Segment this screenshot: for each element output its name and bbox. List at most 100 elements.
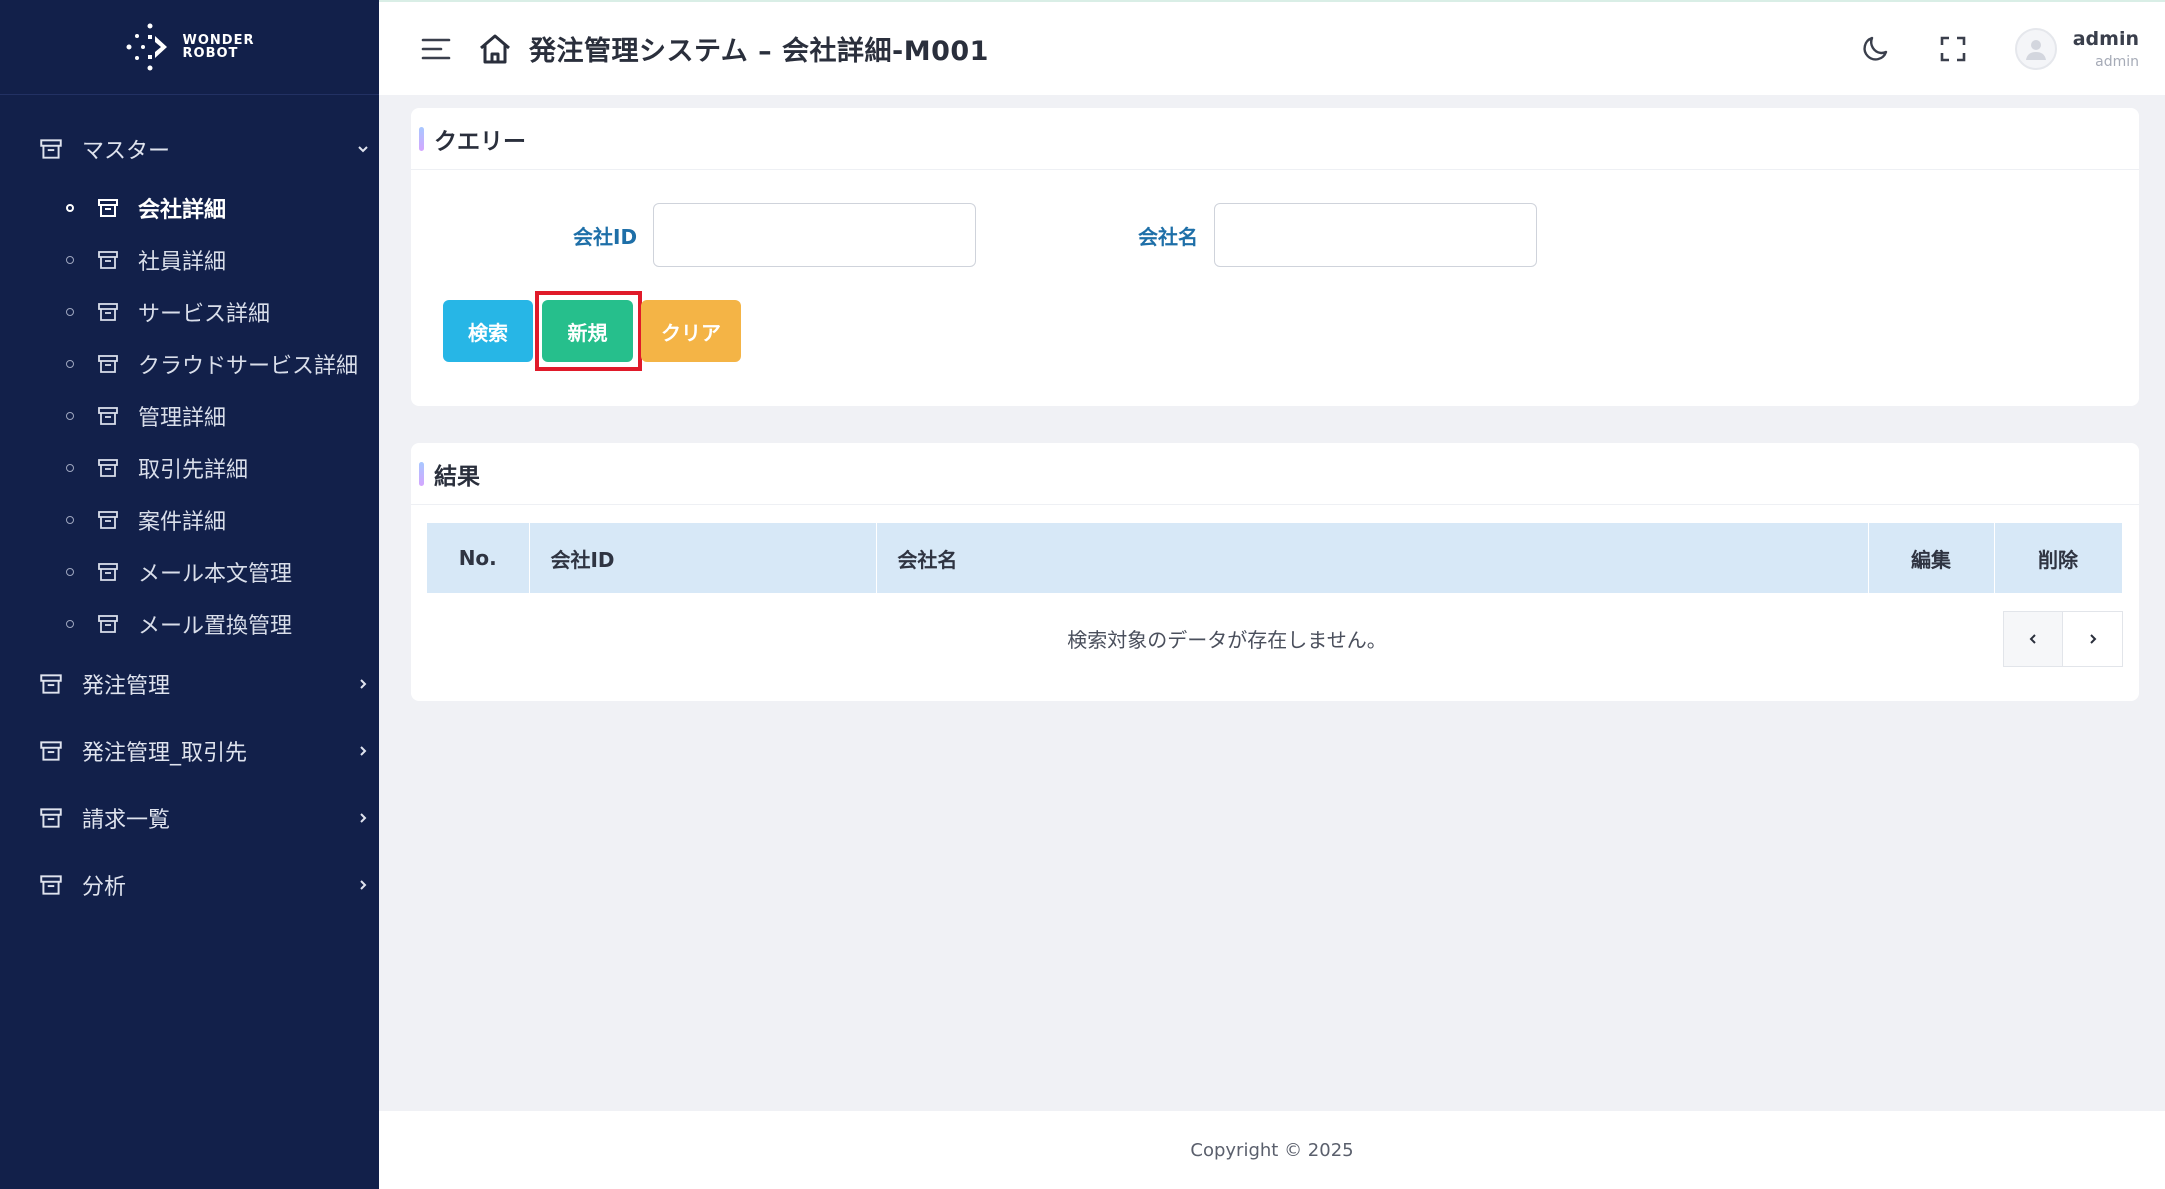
archive-icon [98,199,118,217]
column-header-delete[interactable]: 削除 [1994,523,2123,593]
bullet-icon [66,620,74,628]
bullet-icon [66,256,74,264]
footer: Copyright © 2025 [379,1111,2165,1189]
logo-mark-icon [126,23,167,71]
archive-icon [98,459,118,477]
sidebar-item-partner-detail[interactable]: 取引先詳細 [0,442,379,494]
chevron-down-icon [358,145,368,152]
archive-icon [40,807,62,828]
company-name-input[interactable] [1214,203,1537,267]
pagination [2003,611,2123,667]
sidebar-item-project-detail[interactable]: 案件詳細 [0,494,379,546]
title-accent-bar [419,126,424,151]
archive-icon [98,615,118,633]
sidebar-item-company-detail[interactable]: 会社詳細 [0,182,379,234]
sidebar-item-label: メール本文管理 [138,562,293,587]
copyright-text: Copyright © 2025 [1190,1139,1354,1161]
sidebar-menu: マスター 会社詳細 社員詳細 サービス詳細 クラウドサービス詳細 管理詳細 取引… [0,95,379,918]
chevron-right-icon [360,678,367,689]
user-info[interactable]: admin admin [2073,28,2139,70]
bullet-icon [66,360,74,368]
sidebar-item-label: クラウドサービス詳細 [138,354,359,379]
sidebar-item-mail-replace[interactable]: メール置換管理 [0,598,379,650]
chevron-right-icon [360,812,367,823]
sidebar-group-label: 発注管理 [82,673,171,699]
sidebar-group-order-partner[interactable]: 発注管理_取引先 [0,717,379,784]
column-header-company-name[interactable]: 会社名 [876,523,1870,593]
logo-line2: ROBOT [182,46,239,61]
new-button-highlight [535,291,642,371]
sidebar-group-label: 発注管理_取引先 [82,740,248,766]
logo-area: WONDER ROBOT [0,0,379,95]
sidebar-item-label: メール置換管理 [138,614,293,639]
sidebar-item-label: 案件詳細 [138,510,227,535]
search-button[interactable]: 検索 [443,300,533,362]
archive-icon [40,874,62,895]
sidebar-group-invoice[interactable]: 請求一覧 [0,784,379,851]
archive-icon [40,138,62,159]
column-header-no[interactable]: No. [427,523,531,593]
sidebar-item-employee-detail[interactable]: 社員詳細 [0,234,379,286]
company-id-label: 会社ID [573,224,638,249]
result-card-title: 結果 [411,443,2139,505]
archive-icon [98,407,118,425]
header-actions: admin admin [1859,27,2139,70]
bullet-icon [66,308,74,316]
sidebar-item-service-detail[interactable]: サービス詳細 [0,286,379,338]
archive-icon [40,673,62,694]
query-title: クエリー [434,128,526,155]
user-icon [2025,39,2046,60]
user-role: admin [2095,53,2139,70]
result-card: 結果 No. 会社ID 会社名 編集 削除 検索対象のデータが存在しません。 [411,443,2139,701]
empty-message: 検索対象のデータが存在しません。 [1067,627,1387,652]
avatar[interactable] [2014,27,2057,70]
logo[interactable]: WONDER ROBOT [125,22,255,72]
sidebar-item-label: 取引先詳細 [138,458,249,483]
hamburger-menu-icon[interactable] [421,37,451,61]
sidebar-item-cloud-service-detail[interactable]: クラウドサービス詳細 [0,338,379,390]
fullscreen-icon[interactable] [1937,33,1969,65]
company-id-field-group: 会社ID [573,203,977,267]
prev-page-button[interactable] [2003,611,2063,667]
sidebar-item-mail-body[interactable]: メール本文管理 [0,546,379,598]
bullet-icon [66,412,74,420]
next-page-button[interactable] [2063,611,2123,667]
query-card-title: クエリー [411,108,2139,170]
archive-icon [98,563,118,581]
archive-icon [98,511,118,529]
chevron-right-icon [360,745,367,756]
chevron-left-icon [2029,634,2036,644]
bullet-icon [66,516,74,524]
bullet-icon [66,464,74,472]
title-accent-bar [419,461,424,486]
sidebar-group-analysis[interactable]: 分析 [0,851,379,918]
user-name: admin [2072,27,2139,50]
dark-mode-icon[interactable] [1859,33,1891,65]
sidebar-item-label: 会社詳細 [138,198,227,223]
sidebar-item-label: 管理詳細 [138,406,227,431]
sidebar-group-order[interactable]: 発注管理 [0,650,379,717]
bullet-icon [66,204,74,212]
table-header-row: No. 会社ID 会社名 編集 削除 [427,523,2123,593]
sidebar-group-master[interactable]: マスター [0,115,379,182]
sidebar-group-label: 請求一覧 [82,807,171,833]
column-header-edit[interactable]: 編集 [1868,523,1995,593]
result-table: No. 会社ID 会社名 編集 削除 [427,523,2123,593]
column-header-company-id[interactable]: 会社ID [529,523,878,593]
sidebar: WONDER ROBOT マスター 会社詳細 社員詳細 サービス詳細 クラウドサ… [0,0,379,1189]
bullet-icon [66,568,74,576]
header: 発注管理システム – 会社詳細-M001 admin admin [379,0,2165,95]
home-icon[interactable] [477,31,513,67]
sidebar-item-label: 社員詳細 [138,250,227,275]
chevron-right-icon [360,879,367,890]
sidebar-item-management-detail[interactable]: 管理詳細 [0,390,379,442]
archive-icon [98,355,118,373]
company-id-input[interactable] [653,203,977,267]
company-name-label: 会社名 [1138,224,1198,249]
archive-icon [98,303,118,321]
archive-icon [40,740,62,761]
sidebar-group-label: マスター [82,138,171,164]
company-name-field-group: 会社名 [1138,203,1537,267]
clear-button[interactable]: クリア [641,300,741,362]
page-title: 発注管理システム – 会社詳細-M001 [529,36,989,67]
